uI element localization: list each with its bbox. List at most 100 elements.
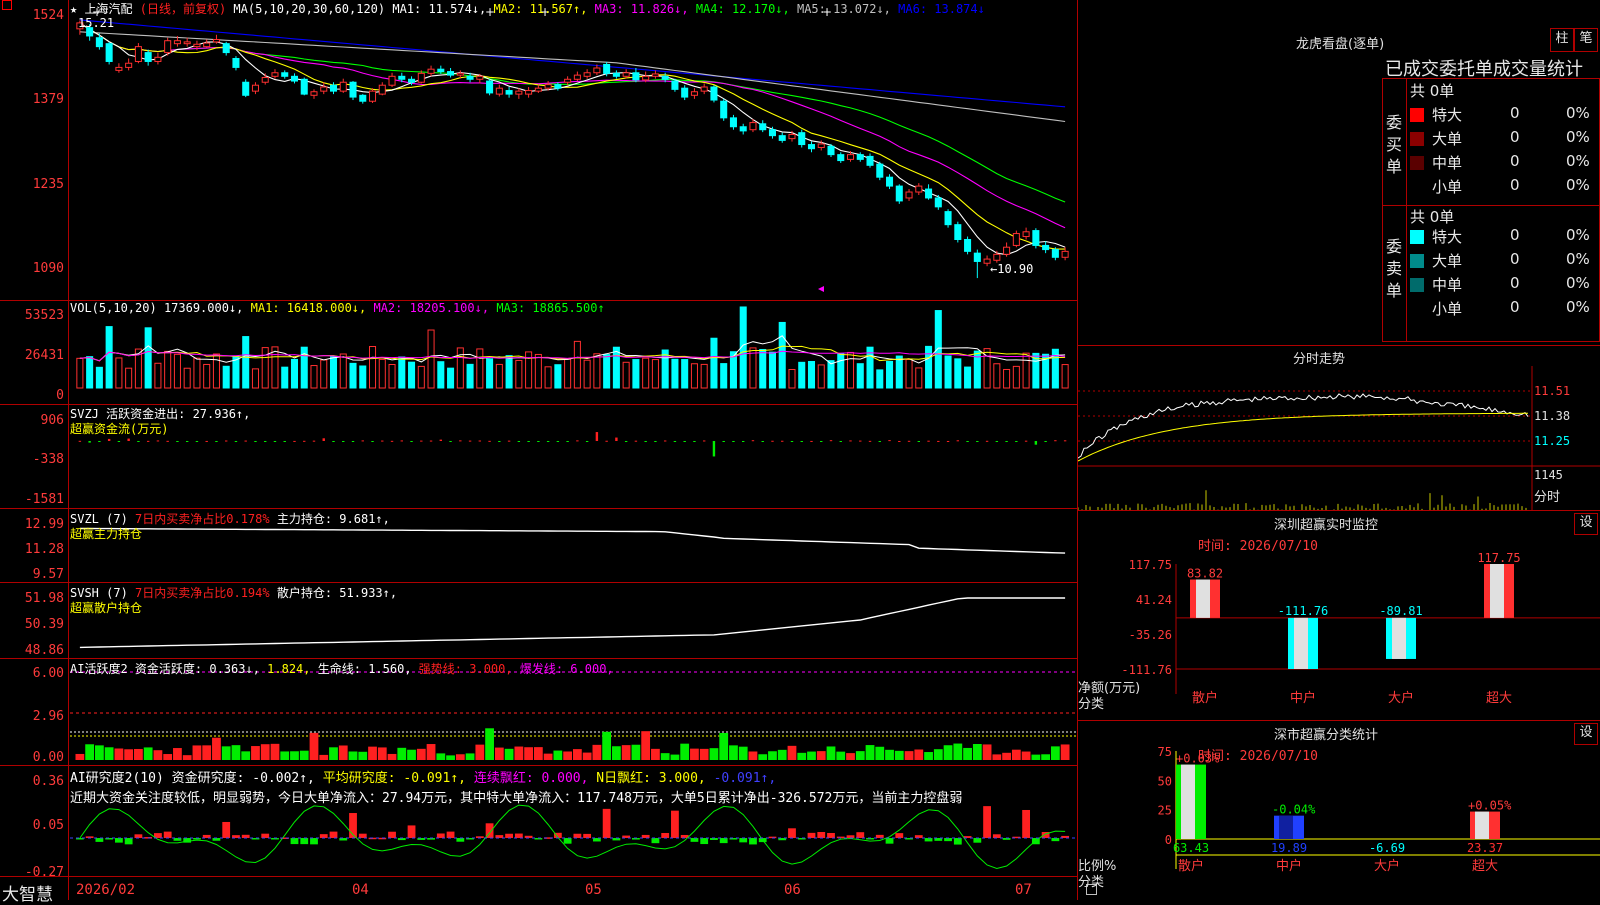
order-percent: 0%: [1566, 250, 1590, 268]
volume-bar: [642, 357, 650, 389]
sz-monitor-chart: 117.75 41.24 -35.26 -111.76 83.82 散户 -111.76 中户…: [1121, 551, 1600, 706]
volume-bar: [310, 365, 318, 389]
main-chart-area[interactable]: + + + + ★ 上海汽配 (日线，前复权) MA(5,10,20,30,60,12…: [0, 0, 1097, 905]
vol-label: 26431: [24, 348, 64, 363]
fund-flow-bar: [371, 441, 374, 442]
fund-flow-bar: [849, 440, 852, 442]
candle: [534, 87, 542, 92]
fund-flow-bar: [761, 441, 764, 442]
research-bar: [124, 838, 133, 845]
order-color-swatch: [1410, 180, 1424, 194]
fund-flow-bar: [400, 440, 403, 442]
fund-flow-bar: [166, 440, 169, 442]
activity-bar: [348, 751, 358, 760]
activity-bar: [690, 748, 699, 760]
activity-bar: [94, 745, 104, 760]
research-bar: [505, 833, 513, 838]
fund-flow-bar: [517, 441, 521, 442]
candle: [993, 253, 1001, 261]
candle: [700, 86, 708, 92]
activity-bar: [992, 754, 1002, 760]
ai2-label: -0.27: [24, 865, 64, 880]
order-count: 0: [1510, 104, 1520, 122]
activity-bar: [709, 748, 719, 760]
fund-flow-bar: [917, 441, 920, 442]
fund-flow-bar: [1024, 440, 1028, 442]
research-bar: [973, 838, 982, 843]
research-bar: [739, 838, 748, 843]
fund-flow-bar: [342, 441, 345, 442]
volume-bar: [895, 355, 903, 389]
candle: [466, 75, 474, 80]
svsh-value: 散户持仓: 51.933↑,: [276, 586, 398, 600]
price-label: 1235: [32, 177, 64, 192]
volume-bar: [710, 337, 718, 389]
price-label: 1090: [32, 261, 64, 276]
candle: [115, 66, 123, 71]
candle: [95, 37, 103, 48]
svsh-ratio: 7日内买卖净占比0.194%: [135, 586, 270, 600]
research-bar: [329, 831, 338, 838]
fund-flow-bar: [1005, 441, 1008, 442]
activity-bar: [387, 753, 397, 760]
research-bar: [856, 832, 865, 838]
volume-bar: [573, 340, 581, 389]
category-label: 散户: [1178, 858, 1204, 874]
tick-mode-button[interactable]: 笔: [1574, 28, 1598, 52]
kline-mode[interactable]: (日线，前复权): [140, 2, 226, 16]
ratio-bar-highlight: [1181, 764, 1195, 839]
candle: [759, 123, 767, 131]
intraday-title: 分时走势: [1293, 352, 1346, 367]
fund-flow-bar: [751, 440, 755, 442]
volume-bar: [593, 353, 601, 389]
candle: [232, 58, 240, 68]
activity-bar: [680, 743, 690, 760]
fund-flow-bar: [410, 441, 413, 442]
change-label: +0.03%: [1176, 752, 1220, 766]
fund-flow-bar: [605, 440, 608, 442]
activity-bar: [563, 751, 573, 760]
order-count: 0: [1510, 152, 1520, 170]
fund-flow-bar: [234, 441, 238, 442]
candle: [388, 75, 396, 86]
fund-flow-bar: [820, 441, 823, 442]
candle: [408, 78, 416, 83]
brand-logo[interactable]: 大智慧: [2, 880, 53, 905]
candle: [573, 74, 581, 80]
bar-mode-button[interactable]: 柱: [1550, 28, 1574, 52]
fund-flow-bar: [273, 441, 277, 442]
ai2-label: 0.05: [32, 818, 64, 833]
fund-flow-bar: [78, 440, 82, 442]
order-size-label: 小单: [1432, 178, 1463, 196]
ma3-line: [79, 22, 1066, 229]
fund-flow-bar: [722, 441, 725, 442]
research-bar: [163, 831, 172, 838]
fund-flow-bar: [215, 441, 218, 442]
order-row: 特大: [1410, 104, 1462, 125]
avg-price-line: [1078, 412, 1528, 462]
fund-flow-bar: [556, 441, 560, 442]
stock-name: 上海汽配: [84, 2, 133, 16]
order-size-label: 大单: [1432, 130, 1463, 148]
fund-flow-bar: [673, 441, 677, 442]
activity-bar: [963, 747, 972, 760]
volume-bar: [768, 351, 776, 389]
intraday-panel[interactable]: 分时走势 11.51 11.38 11.25 1145 分时: [1078, 345, 1600, 511]
activity-bar: [455, 754, 465, 760]
category-label: 大户: [1374, 858, 1400, 874]
vol-value: 17369.000↓,: [163, 301, 244, 315]
volume-bar: [603, 354, 611, 389]
order-color-swatch: [1410, 302, 1424, 316]
research-bar: [827, 832, 835, 838]
ai2-header: AI研究度2(10) 资金研究度: -0.002↑, 平均研究度: -0.091…: [70, 767, 776, 786]
fund-flow-bar: [117, 441, 121, 442]
sell-label: 委 卖 单: [1386, 236, 1406, 302]
ma1-line: [79, 22, 1066, 256]
research-bar: [924, 838, 933, 842]
research-bar: [310, 838, 318, 845]
star-icon[interactable]: ★: [70, 2, 77, 16]
activity-bar: [475, 744, 485, 760]
intraday-label: 11.51: [1534, 384, 1571, 398]
net-flow-bar-highlight: [1490, 564, 1504, 618]
ai2-item: 连续飘红: 0.000,: [473, 771, 589, 786]
